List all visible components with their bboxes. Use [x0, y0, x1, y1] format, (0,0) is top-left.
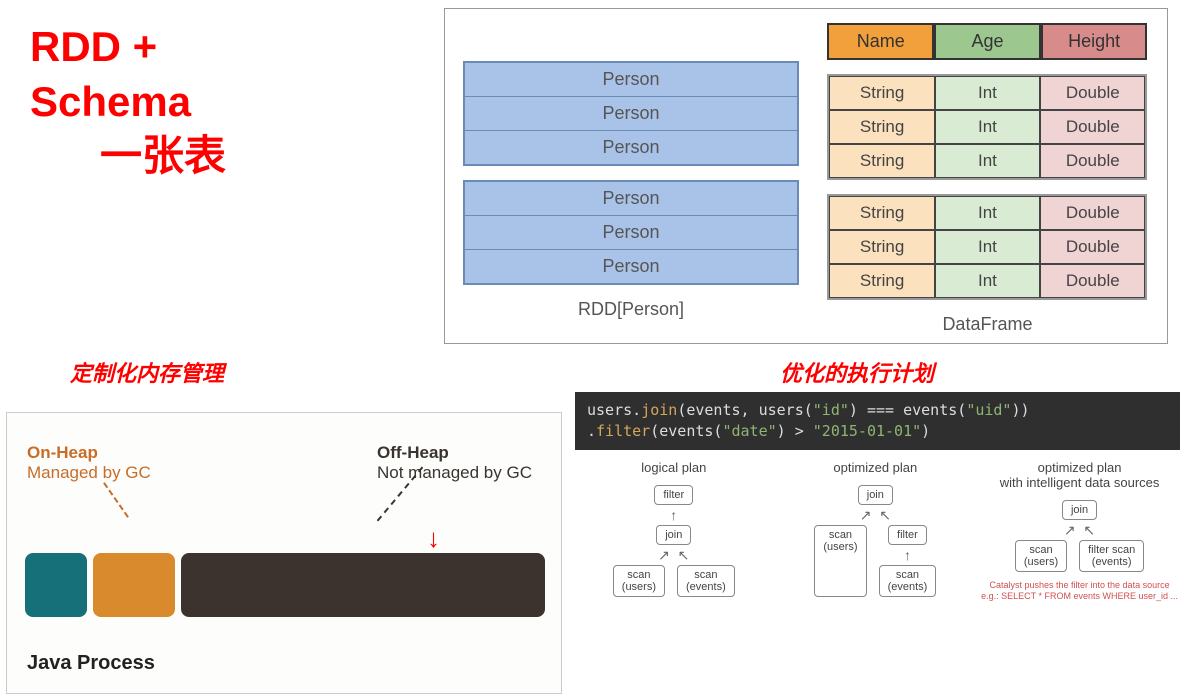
header-name: Name: [827, 23, 934, 60]
heap-seg-teal: [25, 553, 87, 617]
df-block-2: StringIntDouble StringIntDouble StringIn…: [827, 194, 1147, 300]
cell-double: Double: [1040, 144, 1145, 178]
on-heap-label: On-Heap Managed by GC: [27, 443, 151, 483]
rdd-block-1: Person Person Person: [463, 61, 799, 166]
rdd-row: Person: [465, 182, 797, 216]
header-age: Age: [934, 23, 1041, 60]
header-height: Height: [1041, 23, 1148, 60]
cell-int: Int: [935, 264, 1040, 298]
rdd-block-2: Person Person Person: [463, 180, 799, 285]
df-block-1: StringIntDouble StringIntDouble StringIn…: [827, 74, 1147, 180]
cell-string: String: [829, 196, 934, 230]
arrow-on-heap-icon: [103, 482, 129, 518]
cell-int: Int: [935, 230, 1040, 264]
arrow-up-icon: ↑: [670, 508, 677, 522]
node-join: join: [656, 525, 691, 545]
heap-bar: [25, 553, 545, 617]
heap-seg-dark: [181, 553, 545, 617]
rdd-row: Person: [465, 250, 797, 283]
cell-double: Double: [1040, 110, 1145, 144]
rdd-row: Person: [465, 97, 797, 131]
df-caption: DataFrame: [827, 314, 1147, 335]
code-snippet: users.join(events, users("id") === event…: [575, 392, 1180, 450]
catalyst-note: Catalyst pushes the filter into the data…: [981, 580, 1178, 602]
cell-string: String: [829, 76, 934, 110]
arrow-up-icon: ↗ ↖: [1064, 523, 1095, 537]
node-scan-users: scan (users): [814, 525, 866, 597]
dataframe-column: Name Age Height StringIntDouble StringIn…: [827, 23, 1147, 335]
cell-int: Int: [935, 110, 1040, 144]
cell-int: Int: [935, 196, 1040, 230]
cell-double: Double: [1040, 196, 1145, 230]
node-scan-events: scan (events): [677, 565, 735, 597]
cell-int: Int: [935, 76, 1040, 110]
main-title: RDD + Schema 一张表: [30, 20, 226, 184]
cell-double: Double: [1040, 264, 1145, 298]
title-line-2: Schema: [30, 75, 226, 130]
node-scan-users: scan (users): [1015, 540, 1067, 572]
logical-plan: logical plan filter ↑ join ↗ ↖ scan (use…: [578, 460, 770, 602]
cell-int: Int: [935, 144, 1040, 178]
cell-double: Double: [1040, 230, 1145, 264]
rdd-row: Person: [465, 63, 797, 97]
rdd-row: Person: [465, 131, 797, 164]
node-filter: filter: [654, 485, 693, 505]
off-heap-label: Off-Heap Not managed by GC: [377, 443, 532, 483]
title-line-3: 一张表: [30, 129, 226, 184]
red-annotation-icon: ↓: [427, 523, 440, 554]
subtitle-memory: 定制化内存管理: [70, 356, 224, 388]
df-header: Name Age Height: [827, 23, 1147, 60]
title-line-1: RDD +: [30, 20, 226, 75]
heap-diagram: On-Heap Managed by GC Off-Heap Not manag…: [6, 412, 562, 694]
java-process-label: Java Process: [27, 652, 155, 675]
heap-seg-orange: [93, 553, 175, 617]
node-filter-scan-events: filter scan (events): [1079, 540, 1144, 572]
cell-double: Double: [1040, 76, 1145, 110]
arrow-up-icon: ↗ ↖: [860, 508, 891, 522]
optimized-plan-sources: optimized plan with intelligent data sou…: [981, 460, 1178, 602]
rdd-caption: RDD[Person]: [463, 299, 799, 320]
cell-string: String: [829, 230, 934, 264]
node-scan-users: scan (users): [613, 565, 665, 597]
subtitle-plan: 优化的执行计划: [780, 356, 934, 388]
cell-string: String: [829, 110, 934, 144]
execution-plans: logical plan filter ↑ join ↗ ↖ scan (use…: [578, 460, 1178, 602]
optimized-plan: optimized plan join ↗ ↖ scan (users) fil…: [780, 460, 972, 602]
rdd-column: Person Person Person Person Person Perso…: [463, 23, 799, 320]
node-join: join: [858, 485, 893, 505]
node-filter: filter: [888, 525, 927, 545]
cell-string: String: [829, 264, 934, 298]
cell-string: String: [829, 144, 934, 178]
rdd-vs-dataframe-diagram: Person Person Person Person Person Perso…: [444, 8, 1168, 344]
node-join: join: [1062, 500, 1097, 520]
node-scan-events: scan (events): [879, 565, 937, 597]
arrow-up-icon: ↗ ↖: [658, 548, 689, 562]
arrow-up-icon: ↑: [904, 548, 911, 562]
rdd-row: Person: [465, 216, 797, 250]
